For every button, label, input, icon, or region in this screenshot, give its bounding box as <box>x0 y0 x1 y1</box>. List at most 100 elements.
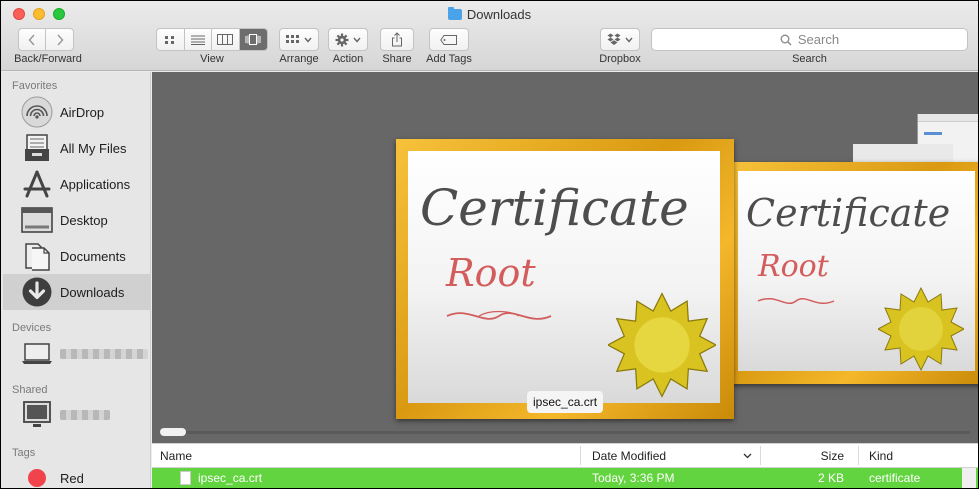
sidebar-item-label: Downloads <box>60 284 125 300</box>
file-name-cell: ipsec_ca.crt <box>180 468 262 488</box>
flourish-icon <box>446 310 552 320</box>
search-placeholder: Search <box>797 32 840 47</box>
sidebar-item-desktop[interactable]: Desktop <box>3 202 151 238</box>
column-divider[interactable] <box>580 446 581 465</box>
list-lines-icon <box>190 35 205 45</box>
sidebar-item-shared-computer[interactable] <box>3 397 151 433</box>
icon-grid-icon <box>165 35 175 44</box>
finder-window: Downloads Back/Forward View Arrange Acti… <box>1 1 978 488</box>
selected-file-caption: ipsec_ca.crt <box>527 391 604 413</box>
view-mode-control <box>156 28 268 51</box>
column-header-date-modified[interactable]: Date Modified <box>592 444 752 467</box>
file-size-cell: 2 KB <box>817 471 844 485</box>
all-my-files-icon <box>19 132 55 164</box>
desktop-icon <box>19 204 55 236</box>
sidebar-item-airdrop[interactable]: AirDrop <box>3 94 151 130</box>
devices-heading: Devices <box>12 322 52 334</box>
cert-title-text: Certificate <box>746 191 951 235</box>
sidebar-item-device[interactable] <box>3 336 151 372</box>
toolbar: Downloads Back/Forward View Arrange Acti… <box>1 1 978 71</box>
list-vertical-scrollbar[interactable] <box>962 468 976 488</box>
applications-icon <box>19 168 55 200</box>
red-tag-dot-icon <box>19 462 55 488</box>
gold-seal-icon <box>878 286 964 372</box>
action-button[interactable] <box>328 28 368 51</box>
gear-icon <box>335 33 349 46</box>
share-button[interactable] <box>380 28 414 51</box>
column-header-size[interactable]: Size <box>762 444 844 467</box>
sidebar-item-label: Documents <box>60 248 126 264</box>
sidebar-item-label: All My Files <box>60 140 127 156</box>
search-icon <box>780 34 792 45</box>
cover-flow-view-button[interactable] <box>239 29 267 50</box>
cert-subtitle-text: Root <box>446 251 536 295</box>
sidebar-item-all-my-files[interactable]: All My Files <box>3 130 151 166</box>
file-name: ipsec_ca.crt <box>198 471 263 485</box>
cover-flow-scroll-thumb[interactable] <box>160 428 186 436</box>
column-header-name[interactable]: Name <box>160 444 192 467</box>
sidebar-item-tag-red[interactable]: Red <box>3 460 151 488</box>
action-label: Action <box>332 53 364 65</box>
downloads-icon <box>19 276 55 308</box>
documents-icon <box>19 240 55 272</box>
cover-flow-icon <box>245 34 261 45</box>
sidebar: Favorites AirDrop All My Files Applicati… <box>1 72 151 488</box>
shared-heading: Shared <box>12 384 48 396</box>
chevron-right-icon <box>56 33 64 46</box>
column-divider[interactable] <box>858 446 859 465</box>
dropbox-icon <box>607 33 621 45</box>
flourish-icon <box>757 298 835 304</box>
sidebar-item-label: Desktop <box>60 212 108 228</box>
column-view-button[interactable] <box>212 29 240 50</box>
column-header-label: Date Modified <box>592 448 667 463</box>
chevron-down-icon <box>625 37 633 43</box>
column-header-kind[interactable]: Kind <box>869 444 893 467</box>
share-icon <box>392 32 402 47</box>
list-view-button[interactable] <box>185 29 212 50</box>
cert-title-text: Certificate <box>420 179 689 237</box>
column-divider[interactable] <box>760 446 761 465</box>
file-date-cell: Today, 3:36 PM <box>592 471 675 485</box>
sidebar-item-label: AirDrop <box>60 104 105 120</box>
forward-button[interactable] <box>46 29 73 50</box>
redacted-device-name <box>60 349 148 359</box>
sort-chevron-down-icon <box>743 453 752 458</box>
cover-flow-scrollbar[interactable] <box>160 428 970 436</box>
file-kind-cell: certificate <box>869 471 921 485</box>
add-tags-button[interactable] <box>429 28 469 51</box>
airdrop-icon <box>19 96 55 128</box>
chevron-down-icon <box>304 37 312 43</box>
window-title-text: Downloads <box>466 7 532 22</box>
arrange-grid-icon <box>286 35 299 43</box>
table-row[interactable]: ipsec_ca.crt Today, 3:36 PM 2 KB certifi… <box>152 468 978 488</box>
chevron-down-icon <box>353 37 361 43</box>
laptop-icon <box>19 338 55 370</box>
arrange-button[interactable] <box>279 28 319 51</box>
cert-subtitle-text: Root <box>758 249 829 284</box>
redacted-shared-name <box>60 410 110 420</box>
monitor-icon <box>19 399 55 431</box>
dropbox-label: Dropbox <box>599 53 641 65</box>
search-field[interactable]: Search <box>651 28 968 51</box>
tags-heading: Tags <box>12 447 36 459</box>
columns-icon <box>217 34 234 45</box>
certificate-preview-selected[interactable]: Certificate Root <box>396 139 734 419</box>
chevron-left-icon <box>28 33 35 46</box>
view-label: View <box>200 53 224 65</box>
sidebar-item-applications[interactable]: Applications <box>3 166 151 202</box>
icon-view-button[interactable] <box>157 29 185 50</box>
add-tags-label: Add Tags <box>426 53 472 65</box>
back-forward-control <box>18 28 74 51</box>
back-forward-label: Back/Forward <box>14 53 82 65</box>
sidebar-item-downloads[interactable]: Downloads <box>3 274 151 310</box>
sidebar-item-label: Red <box>60 470 84 486</box>
dropbox-button[interactable] <box>600 28 640 51</box>
gold-seal-icon <box>608 292 716 398</box>
favorites-heading: Favorites <box>12 80 58 92</box>
certificate-preview-secondary[interactable]: Certificate Root <box>729 162 978 384</box>
back-button[interactable] <box>19 29 46 50</box>
document-file-icon <box>180 471 191 485</box>
sidebar-item-documents[interactable]: Documents <box>3 238 151 274</box>
window-title: Downloads <box>1 7 978 22</box>
arrange-label: Arrange <box>279 53 319 65</box>
